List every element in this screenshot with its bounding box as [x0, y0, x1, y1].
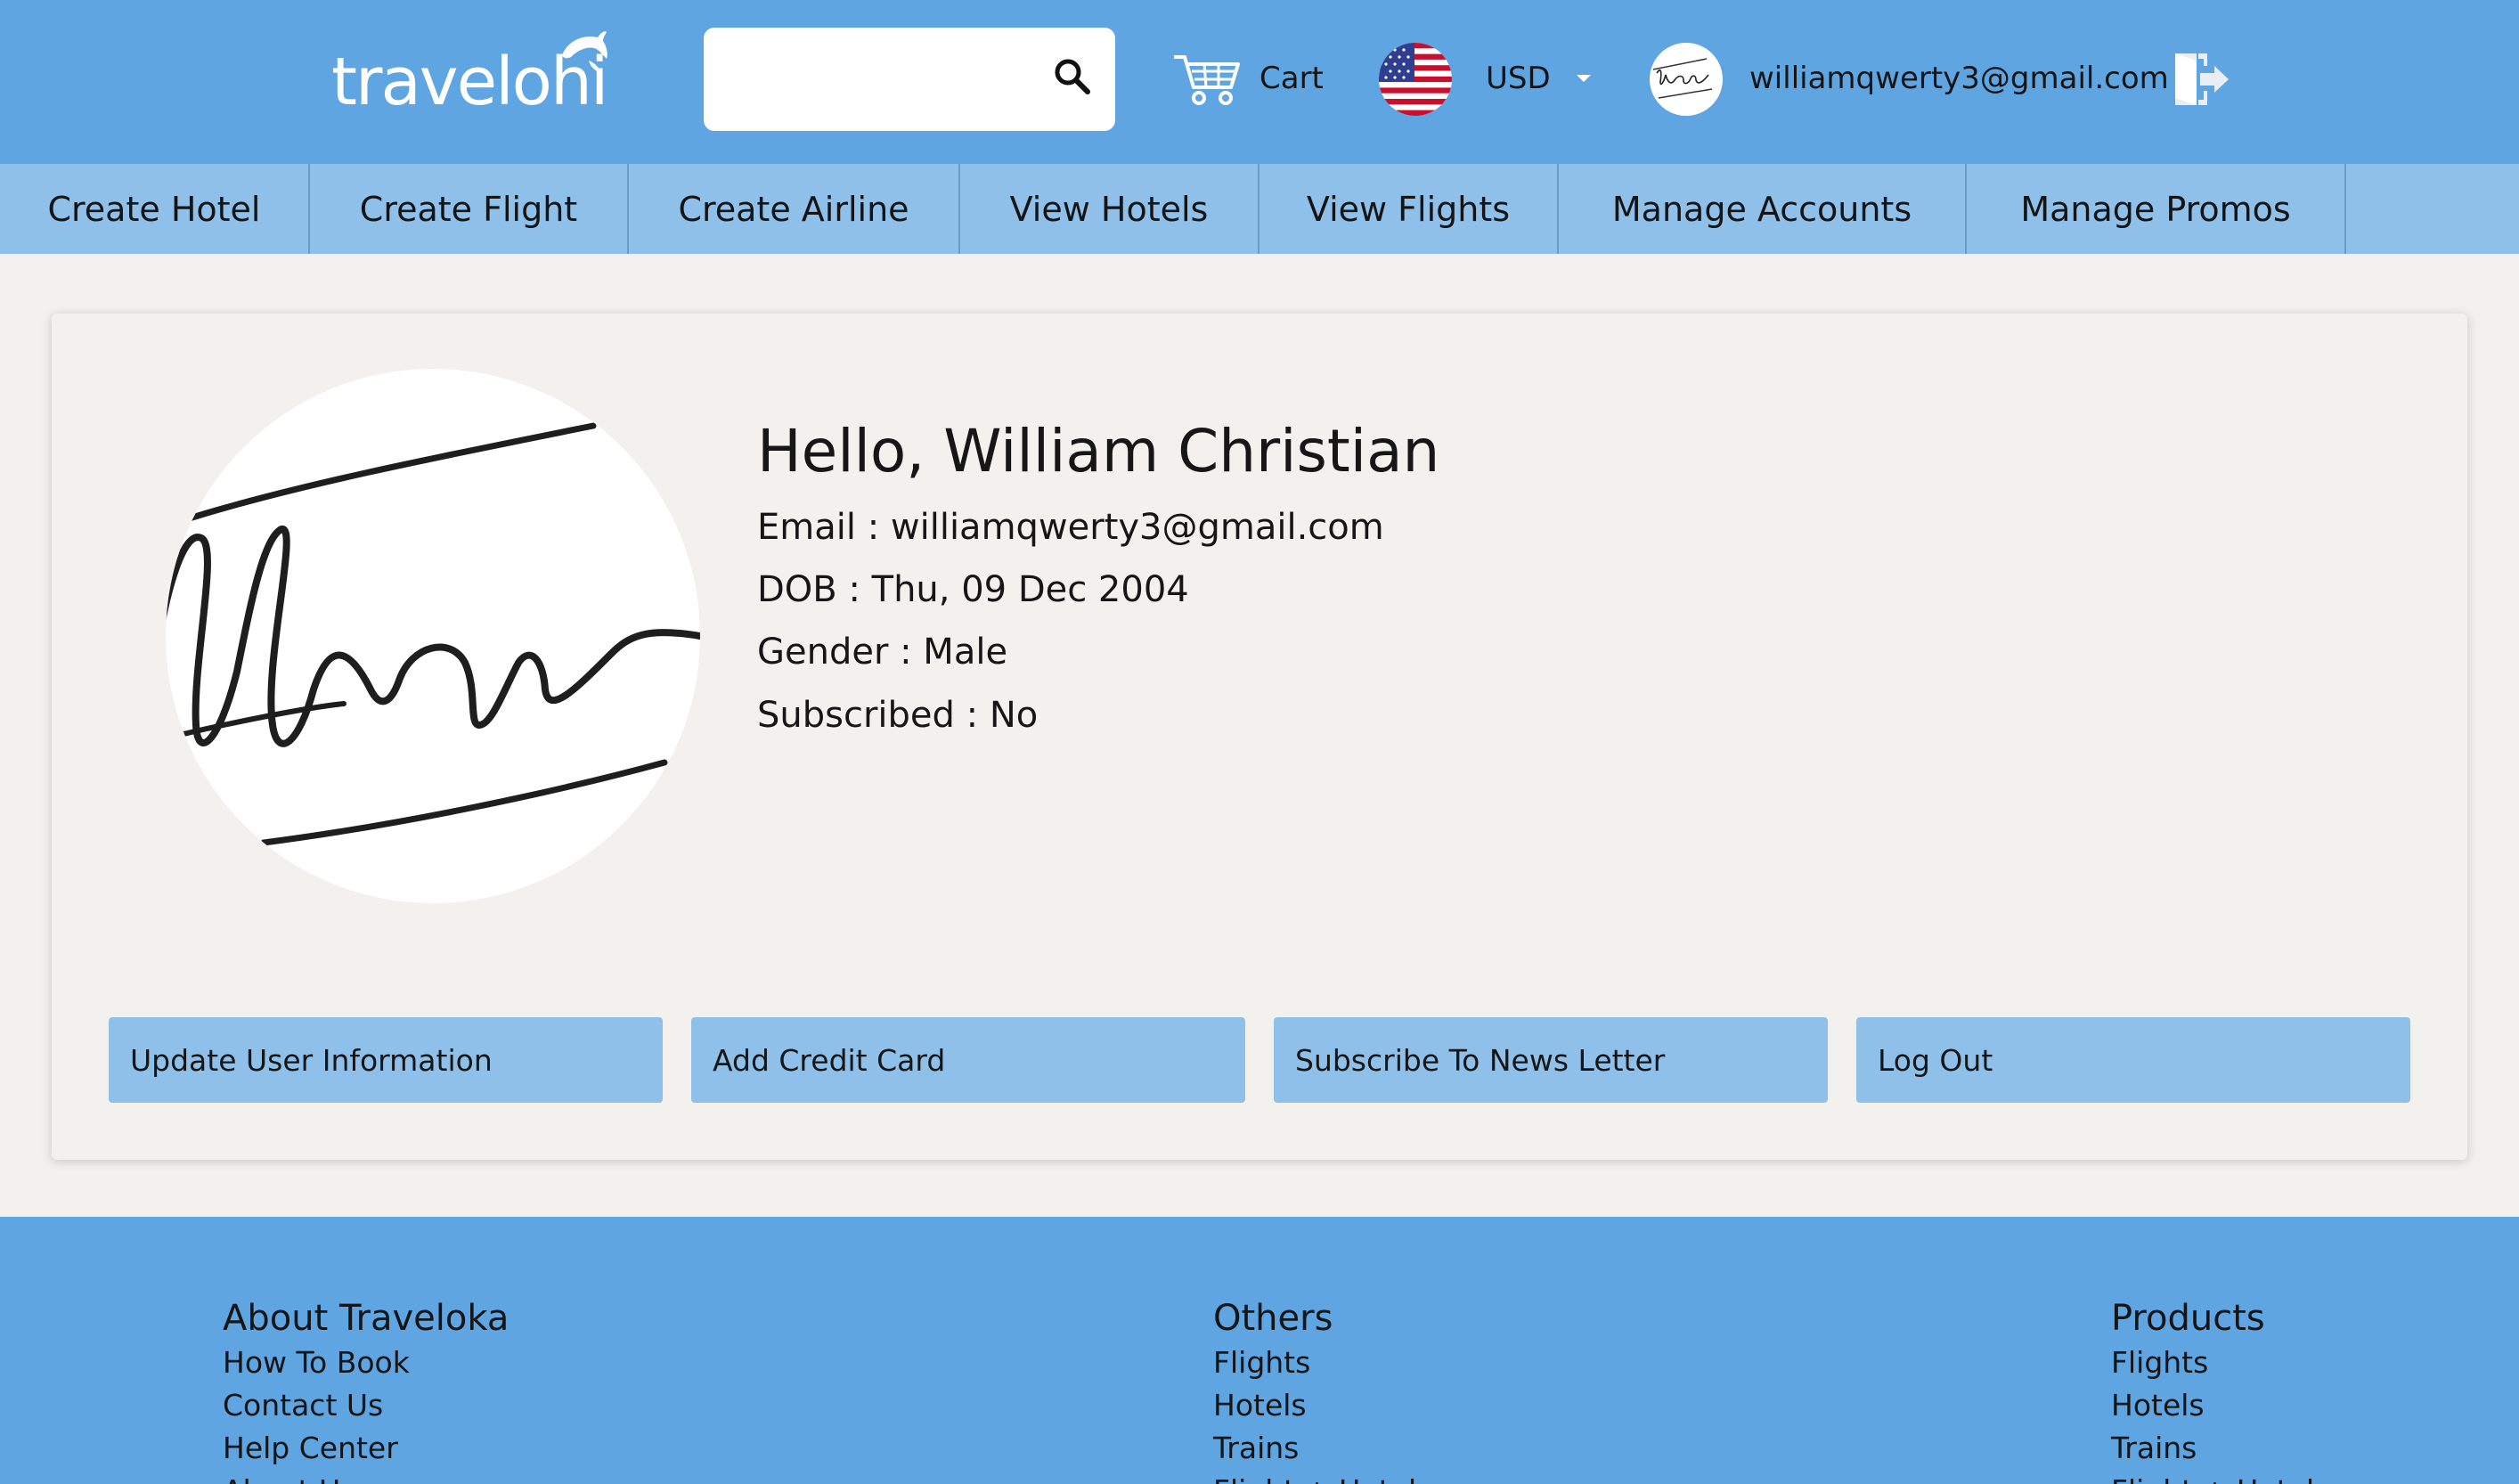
footer-link[interactable]: Trains — [2111, 1427, 2314, 1470]
subscribe-newsletter-button[interactable]: Subscribe To News Letter — [1274, 1017, 1828, 1103]
search-input[interactable] — [721, 49, 1024, 110]
nav-create-airline[interactable]: Create Airline — [629, 164, 960, 254]
footer-link[interactable]: Help Center — [223, 1427, 509, 1470]
footer-link[interactable]: Flights — [2111, 1341, 2314, 1384]
update-user-button[interactable]: Update User Information — [109, 1017, 663, 1103]
us-flag-icon[interactable] — [1379, 43, 1452, 116]
avatar[interactable] — [1650, 43, 1723, 116]
logout-button[interactable]: Log Out — [1856, 1017, 2410, 1103]
profile-card: Hello, William Christian Email : william… — [52, 314, 2467, 1160]
dolphin-icon — [562, 31, 607, 73]
nav-create-flight[interactable]: Create Flight — [310, 164, 629, 254]
footer: About Traveloka How To Book Contact Us H… — [0, 1217, 2519, 1484]
footer-link[interactable]: Flight + Hotel — [2111, 1470, 2314, 1484]
admin-nav: Create Hotel Create Flight Create Airlin… — [0, 164, 2519, 254]
logout-icon[interactable] — [2173, 52, 2230, 107]
profile-subscribed: Subscribed : No — [757, 695, 1039, 736]
nav-manage-accounts[interactable]: Manage Accounts — [1559, 164, 1967, 254]
profile-dob: DOB : Thu, 09 Dec 2004 — [757, 569, 1189, 610]
footer-about-title: About Traveloka — [223, 1298, 510, 1339]
profile-email: Email : williamqwerty3@gmail.com — [757, 507, 1384, 548]
footer-link[interactable]: Contact Us — [223, 1384, 509, 1427]
top-header: travelohi Cart USD williamqwerty3@gmail.… — [0, 0, 2519, 164]
footer-others-title: Others — [1213, 1298, 1333, 1339]
footer-others-column: Others Flights Hotels Trains Flight + Ho… — [1213, 1295, 1416, 1484]
footer-products-title: Products — [2111, 1298, 2265, 1339]
nav-view-hotels[interactable]: View Hotels — [960, 164, 1260, 254]
add-credit-card-button[interactable]: Add Credit Card — [691, 1017, 1245, 1103]
user-email[interactable]: williamqwerty3@gmail.com — [1749, 57, 2169, 100]
search-icon[interactable] — [1053, 57, 1092, 96]
nav-create-hotel[interactable]: Create Hotel — [0, 164, 310, 254]
footer-link[interactable]: About Us — [223, 1470, 509, 1484]
cart-icon[interactable] — [1172, 52, 1242, 107]
footer-link[interactable]: How To Book — [223, 1341, 509, 1384]
footer-link[interactable]: Flight + Hotel — [1213, 1470, 1416, 1484]
footer-link[interactable]: Trains — [1213, 1427, 1416, 1470]
chevron-down-icon[interactable] — [1575, 73, 1593, 84]
profile-greeting: Hello, William Christian — [757, 417, 1440, 485]
profile-avatar — [166, 369, 700, 903]
nav-view-flights[interactable]: View Flights — [1260, 164, 1559, 254]
cart-label[interactable]: Cart — [1260, 57, 1324, 100]
footer-about-column: About Traveloka How To Book Contact Us H… — [223, 1295, 509, 1484]
profile-gender: Gender : Male — [757, 632, 1008, 673]
nav-manage-promos[interactable]: Manage Promos — [1967, 164, 2346, 254]
footer-products-column: Products Flights Hotels Trains Flight + … — [2111, 1295, 2314, 1484]
footer-link[interactable]: Hotels — [1213, 1384, 1416, 1427]
footer-link[interactable]: Flights — [1213, 1341, 1416, 1384]
footer-link[interactable]: Hotels — [2111, 1384, 2314, 1427]
logo[interactable]: travelohi — [331, 31, 625, 121]
currency-label[interactable]: USD — [1486, 57, 1551, 100]
